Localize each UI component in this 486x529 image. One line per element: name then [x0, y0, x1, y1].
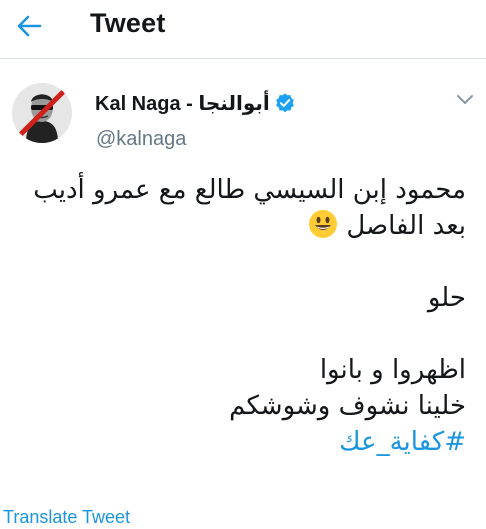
display-name[interactable]: Kal Naga - أبوالنجا [95, 91, 270, 116]
author-name-row[interactable]: Kal Naga - أبوالنجا [95, 88, 296, 118]
tweet-line: خلينا نشوف وشوشكم [229, 391, 466, 421]
back-button[interactable] [14, 12, 44, 40]
verified-badge-icon [275, 93, 294, 113]
top-bar: Tweet [0, 0, 486, 52]
tweet-line-with-emoji: بعد الفاصل [16, 208, 466, 244]
tweet-line-text: بعد الفاصل [346, 211, 466, 241]
translate-tweet-link[interactable]: Translate Tweet [3, 507, 130, 528]
header-divider [0, 58, 486, 59]
page-title: Tweet [90, 8, 166, 38]
hashtag-link[interactable]: #كفاية_عك [16, 424, 466, 460]
avatar[interactable] [12, 83, 72, 143]
tweet-text: محمود إبن السيسي طالع مع عمرو أديب بعد ا… [16, 172, 466, 460]
user-handle[interactable]: @kalnaga [96, 128, 186, 151]
tweet-line: اظهروا و بانوا [319, 355, 466, 385]
tweet-line: حلو [427, 283, 466, 313]
avatar-image [12, 83, 72, 143]
smiling-face-icon [309, 210, 338, 238]
tweet-line: محمود إبن السيسي طالع مع عمرو أديب [33, 175, 466, 205]
chevron-down-icon[interactable] [455, 92, 475, 108]
arrow-left-icon [17, 15, 42, 37]
